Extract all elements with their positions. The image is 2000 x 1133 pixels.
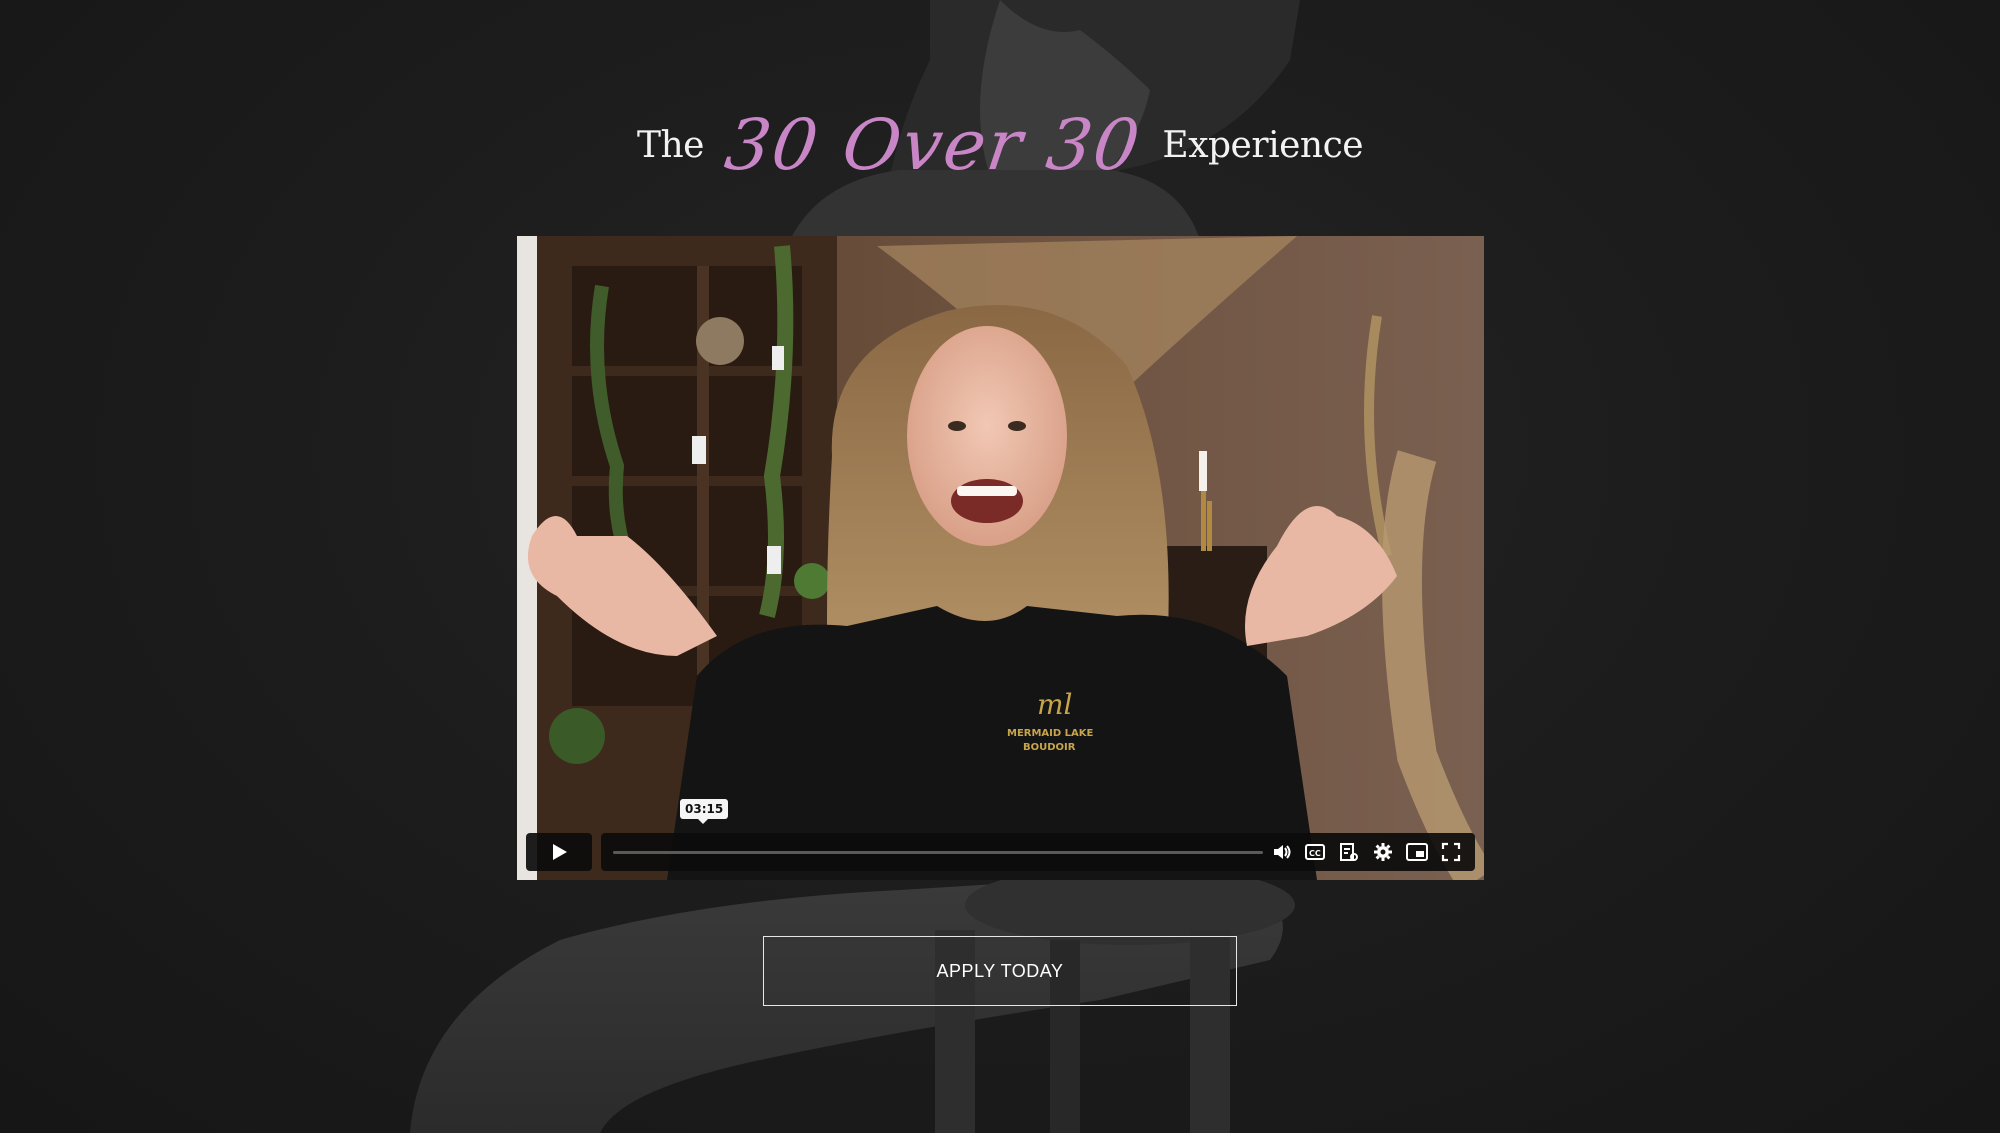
video-frame-thumbnail: ml MERMAID LAKE BOUDOIR [517,236,1484,880]
title-prefix: The [636,124,705,166]
captions-icon: CC [1305,844,1325,860]
pip-button[interactable] [1406,841,1428,863]
apply-today-button[interactable]: APPLY TODAY [763,936,1237,1006]
time-tooltip: 03:15 [680,799,729,824]
page-title: The 30 Over 30 Experience [0,80,2000,210]
title-script: 30 Over 30 [720,104,1147,186]
transcript-icon [1340,843,1358,861]
play-button[interactable] [526,833,592,871]
volume-icon [1274,845,1291,859]
settings-icon [1374,843,1392,861]
settings-button[interactable] [1372,841,1394,863]
svg-text:CC: CC [1309,849,1321,858]
pip-icon [1406,843,1428,861]
captions-button[interactable]: CC [1304,841,1326,863]
control-bar: 03:15 CC [601,799,1475,871]
landing-page: The 30 Over 30 Experience ml MERMAID LAK… [0,0,2000,1133]
transcript-button[interactable] [1338,841,1360,863]
video-controls: 03:15 CC [526,799,1475,871]
video-player[interactable]: ml MERMAID LAKE BOUDOIR 03:15 CC [517,236,1484,880]
title-suffix: Experience [1162,124,1364,166]
shirt-logo-line2: BOUDOIR [1023,742,1076,753]
play-icon [553,844,567,860]
shirt-logo-mark: ml [1037,688,1073,721]
fullscreen-icon [1441,842,1461,862]
progress-bar[interactable] [613,851,1263,854]
shirt-logo-line1: MERMAID LAKE [1007,728,1094,739]
fullscreen-button[interactable] [1440,841,1462,863]
volume-button[interactable] [1271,841,1293,863]
